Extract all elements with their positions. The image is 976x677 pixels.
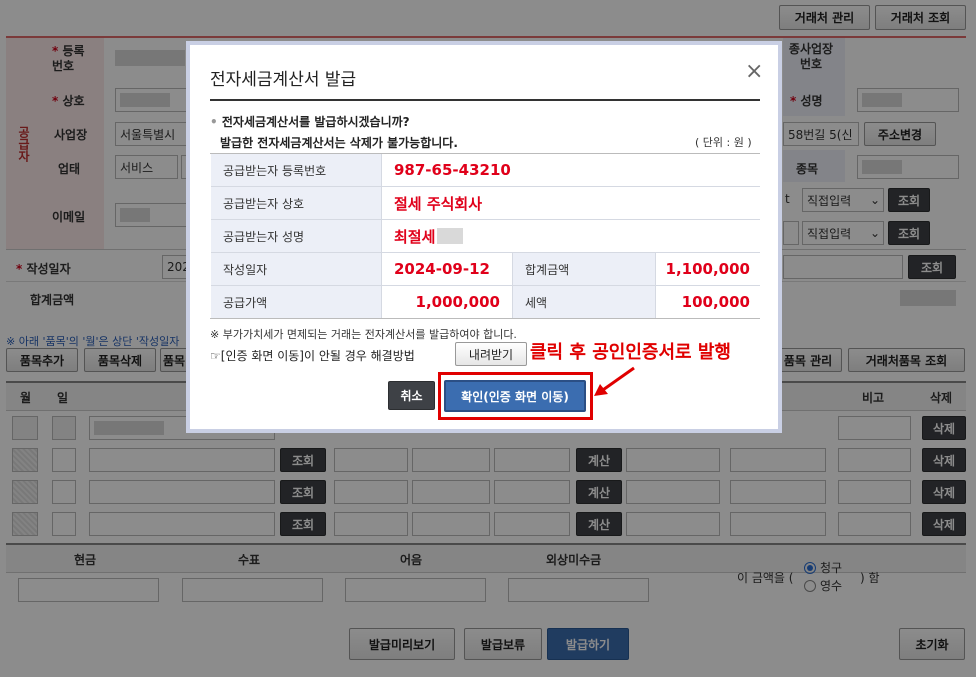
modal-question: • 전자세금계산서를 발급하시겠습니까? bbox=[210, 115, 410, 129]
vat-notice: ※ 부가가치세가 면제되는 거래는 전자계산서를 발급하여야 합니다. bbox=[210, 328, 517, 341]
total-value-cell: 1,100,000 bbox=[656, 253, 760, 285]
modal-title: 전자세금계산서 발급 bbox=[210, 70, 357, 90]
download-button[interactable]: 내려받기 bbox=[455, 342, 527, 366]
annotation-text: 클릭 후 공인인증서로 발행 bbox=[530, 342, 731, 363]
confirm-button[interactable]: 확인(인증 화면 이동) bbox=[444, 380, 586, 412]
reg-no-label-cell: 공급받는자 등록번호 bbox=[211, 154, 381, 186]
name-label-cell: 공급받는자 상호 bbox=[211, 187, 381, 219]
tax-value-cell: 100,000 bbox=[656, 286, 760, 318]
supply-label-cell: 공급가액 bbox=[211, 286, 381, 318]
date-label-cell: 작성일자 bbox=[211, 253, 381, 285]
close-icon[interactable]: × bbox=[745, 59, 763, 84]
modal-warning: 발급한 전자세금계산서는 삭제가 불가능합니다. bbox=[220, 136, 458, 150]
reg-no-value-cell: 987-65-43210 bbox=[382, 154, 760, 186]
modal-title-divider bbox=[210, 99, 760, 101]
name-value-cell: 절세 주식회사 bbox=[382, 187, 760, 219]
total-label-cell: 합계금액 bbox=[513, 253, 655, 285]
date-value-cell: 2024-09-12 bbox=[382, 253, 512, 285]
cancel-button[interactable]: 취소 bbox=[388, 381, 435, 410]
modal-unit: ( 단위 : 원 ) bbox=[695, 136, 752, 149]
rep-value-text: 최절세 bbox=[394, 227, 436, 246]
rep-value-cell: 최절세 bbox=[382, 220, 760, 252]
rep-label-cell: 공급받는자 성명 bbox=[211, 220, 381, 252]
tax-label-cell: 세액 bbox=[513, 286, 655, 318]
modal-question-text: 전자세금계산서를 발급하시겠습니까? bbox=[221, 115, 410, 129]
cert-help-text: ☞[인증 화면 이동]이 안될 경우 해결방법 bbox=[210, 349, 415, 363]
issue-modal: 전자세금계산서 발급 × • 전자세금계산서를 발급하시겠습니까? 발급한 전자… bbox=[186, 41, 782, 433]
supply-value-cell: 1,000,000 bbox=[382, 286, 512, 318]
annotation-arrow-icon bbox=[594, 366, 635, 396]
